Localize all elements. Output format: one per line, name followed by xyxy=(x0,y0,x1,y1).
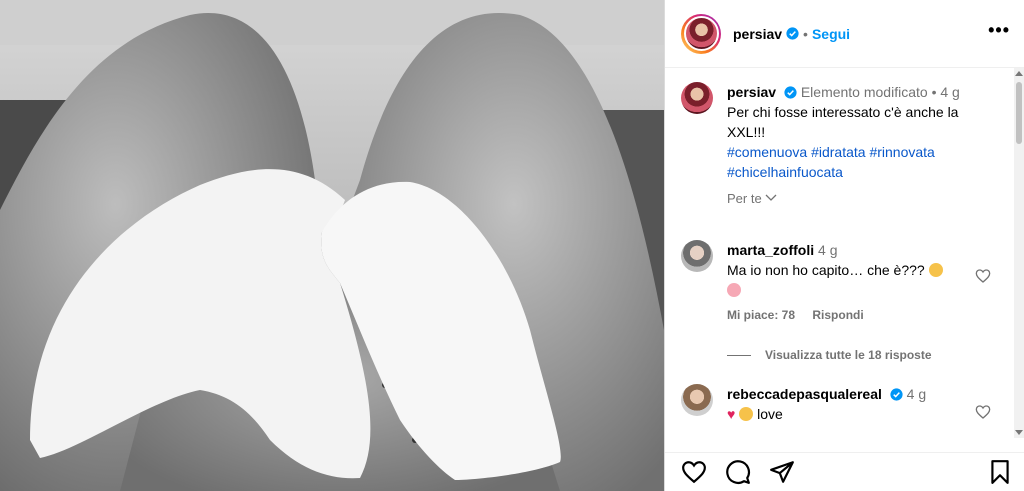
comments-section[interactable]: persiav Elemento modificato • 4 g Per ch… xyxy=(665,68,1014,438)
comments-scrollbar[interactable] xyxy=(1014,68,1024,438)
comment-icon[interactable] xyxy=(725,459,751,485)
reply-button[interactable]: Rispondi xyxy=(812,308,863,322)
author-username[interactable]: persiav xyxy=(733,26,782,42)
author-avatar-image xyxy=(683,16,719,51)
hashtag-link[interactable]: #comenuova xyxy=(727,144,807,160)
post-header: persiav • Segui ••• xyxy=(665,0,1024,68)
caption-avatar[interactable] xyxy=(681,82,713,114)
view-replies-button[interactable]: Visualizza tutte le 18 risposte xyxy=(727,348,932,362)
commenter-avatar[interactable] xyxy=(681,240,713,272)
hashtag-link[interactable]: #idratata xyxy=(811,144,865,160)
comment-username[interactable]: marta_zoffoli xyxy=(727,242,814,258)
send-icon[interactable] xyxy=(769,459,795,485)
verified-badge-icon xyxy=(784,86,797,99)
comment-heart-icon[interactable] xyxy=(975,268,991,284)
caption: persiav Elemento modificato • 4 g Per ch… xyxy=(681,82,999,182)
post-side-panel: persiav • Segui ••• persiav Elemento mod… xyxy=(664,0,1024,491)
post-actions-bar xyxy=(665,452,1024,489)
replies-divider xyxy=(727,354,751,356)
commenter-avatar[interactable] xyxy=(681,384,713,416)
comment-time[interactable]: 4 g xyxy=(907,386,926,402)
post-photo-svg xyxy=(0,0,664,491)
more-options-button[interactable]: ••• xyxy=(988,20,1010,41)
scroll-down-arrow-icon[interactable] xyxy=(1015,430,1023,435)
comment-item: rebeccadepasqualereal 4 g ♥ love xyxy=(681,384,999,424)
comment-text: love xyxy=(757,406,783,422)
separator-dot: • xyxy=(803,25,808,42)
caption-time[interactable]: 4 g xyxy=(940,84,959,100)
scrollbar-thumb[interactable] xyxy=(1016,82,1022,144)
laughing-emoji-icon xyxy=(739,407,754,421)
author-avatar[interactable] xyxy=(681,13,721,54)
caption-text: Per chi fosse interessato c'è anche la X… xyxy=(727,104,959,140)
hashtag-link[interactable]: #chicelhainfuocata xyxy=(727,164,843,180)
comment-item: marta_zoffoli 4 g Ma io non ho capito… c… xyxy=(681,240,999,322)
hashtag-link[interactable]: #rinnovata xyxy=(869,144,934,160)
face-emoji-icon xyxy=(727,283,741,297)
comment-likes[interactable]: Mi piace: 78 xyxy=(727,308,795,322)
per-te-dropdown[interactable]: Per te xyxy=(727,191,777,206)
post-image[interactable] xyxy=(0,0,664,491)
comment-text: Ma io non ho capito… che è??? xyxy=(727,262,925,278)
scroll-up-arrow-icon[interactable] xyxy=(1015,71,1023,76)
edited-label: Elemento modificato xyxy=(800,84,928,100)
verified-badge-icon xyxy=(786,27,799,40)
comment-heart-icon[interactable] xyxy=(975,404,991,420)
view-replies-label: Visualizza tutte le 18 risposte xyxy=(765,348,932,362)
eye-roll-emoji-icon xyxy=(928,263,943,277)
follow-button[interactable]: Segui xyxy=(812,26,850,42)
comment-meta: Mi piace: 78 Rispondi xyxy=(727,308,999,322)
chevron-down-icon xyxy=(765,194,777,201)
bookmark-icon[interactable] xyxy=(987,459,1013,485)
heart-icon[interactable] xyxy=(681,459,707,485)
comment-username[interactable]: rebeccadepasqualereal xyxy=(727,386,882,402)
red-heart-emoji-icon: ♥ xyxy=(727,406,736,422)
per-te-label: Per te xyxy=(727,191,762,206)
comment-time[interactable]: 4 g xyxy=(818,242,837,258)
caption-hashtags: #comenuova #idratata #rinnovata #chicelh… xyxy=(727,142,999,182)
caption-username[interactable]: persiav xyxy=(727,84,776,100)
verified-badge-icon xyxy=(890,388,903,401)
